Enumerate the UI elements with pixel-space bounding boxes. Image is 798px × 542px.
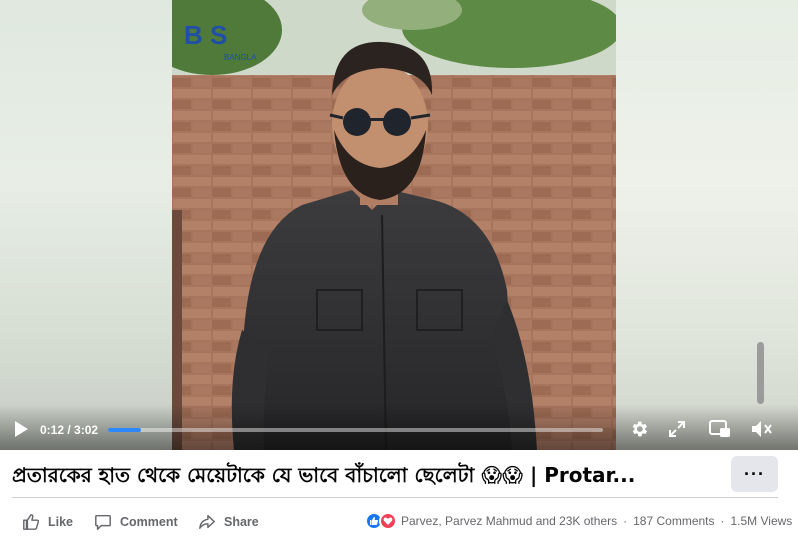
facebook-video-post: B S BANGLA 0:12 / 3:02 প্রতারকের হাত থেক… bbox=[0, 0, 798, 542]
separator-dot: · bbox=[623, 514, 628, 528]
post-title: প্রতারকের হাত থেকে মেয়েটাকে যে ভাবে বাঁ… bbox=[12, 463, 636, 487]
fullscreen-button[interactable] bbox=[666, 418, 688, 440]
video-frame[interactable]: B S BANGLA bbox=[172, 0, 616, 450]
love-reaction-icon bbox=[379, 512, 397, 530]
share-label: Share bbox=[224, 515, 259, 529]
more-options-button[interactable]: ··· bbox=[731, 456, 778, 492]
comment-button[interactable]: Comment bbox=[94, 510, 178, 534]
like-button[interactable]: Like bbox=[22, 510, 73, 534]
share-button[interactable]: Share bbox=[198, 510, 259, 534]
picture-in-picture-button[interactable] bbox=[708, 418, 732, 440]
play-icon bbox=[15, 421, 28, 437]
pip-icon bbox=[709, 420, 730, 437]
comments-count-link[interactable]: 187 Comments bbox=[633, 514, 714, 528]
reaction-summary: Parvez, Parvez Mahmud and 23K others · 1… bbox=[365, 512, 792, 530]
mute-icon bbox=[752, 421, 772, 437]
time-separator: / bbox=[64, 423, 75, 437]
gear-icon bbox=[632, 421, 648, 437]
video-blur-right bbox=[616, 0, 798, 450]
like-label: Like bbox=[48, 515, 74, 529]
settings-button[interactable] bbox=[628, 418, 650, 440]
channel-logo-subtext: BANGLA bbox=[224, 53, 257, 62]
thumbs-up-icon bbox=[23, 514, 40, 530]
video-blur-left bbox=[0, 0, 172, 450]
reactors-link[interactable]: Parvez, Parvez Mahmud and 23K others bbox=[401, 514, 617, 528]
video-still: B S BANGLA bbox=[172, 0, 616, 450]
ellipsis-icon: ··· bbox=[744, 463, 765, 484]
comment-label: Comment bbox=[120, 515, 178, 529]
comment-icon bbox=[95, 514, 111, 530]
mute-button[interactable] bbox=[750, 418, 774, 440]
separator-dot: · bbox=[720, 514, 725, 528]
video-scroll-handle[interactable] bbox=[757, 342, 764, 404]
video-player[interactable]: B S BANGLA 0:12 / 3:02 bbox=[0, 0, 798, 450]
video-progress-fill bbox=[108, 428, 141, 432]
expand-icon bbox=[669, 421, 685, 437]
time-total: 3:02 bbox=[74, 423, 99, 437]
video-timestamp: 0:12 / 3:02 bbox=[40, 423, 98, 437]
time-current: 0:12 bbox=[40, 423, 65, 437]
channel-logo-text: B S bbox=[184, 20, 227, 50]
play-button[interactable] bbox=[10, 418, 32, 440]
views-count: 1.5M Views bbox=[730, 514, 793, 528]
share-icon bbox=[199, 514, 215, 530]
video-controls: 0:12 / 3:02 bbox=[0, 404, 798, 450]
video-progress-bar[interactable] bbox=[108, 428, 603, 432]
divider bbox=[12, 497, 778, 498]
